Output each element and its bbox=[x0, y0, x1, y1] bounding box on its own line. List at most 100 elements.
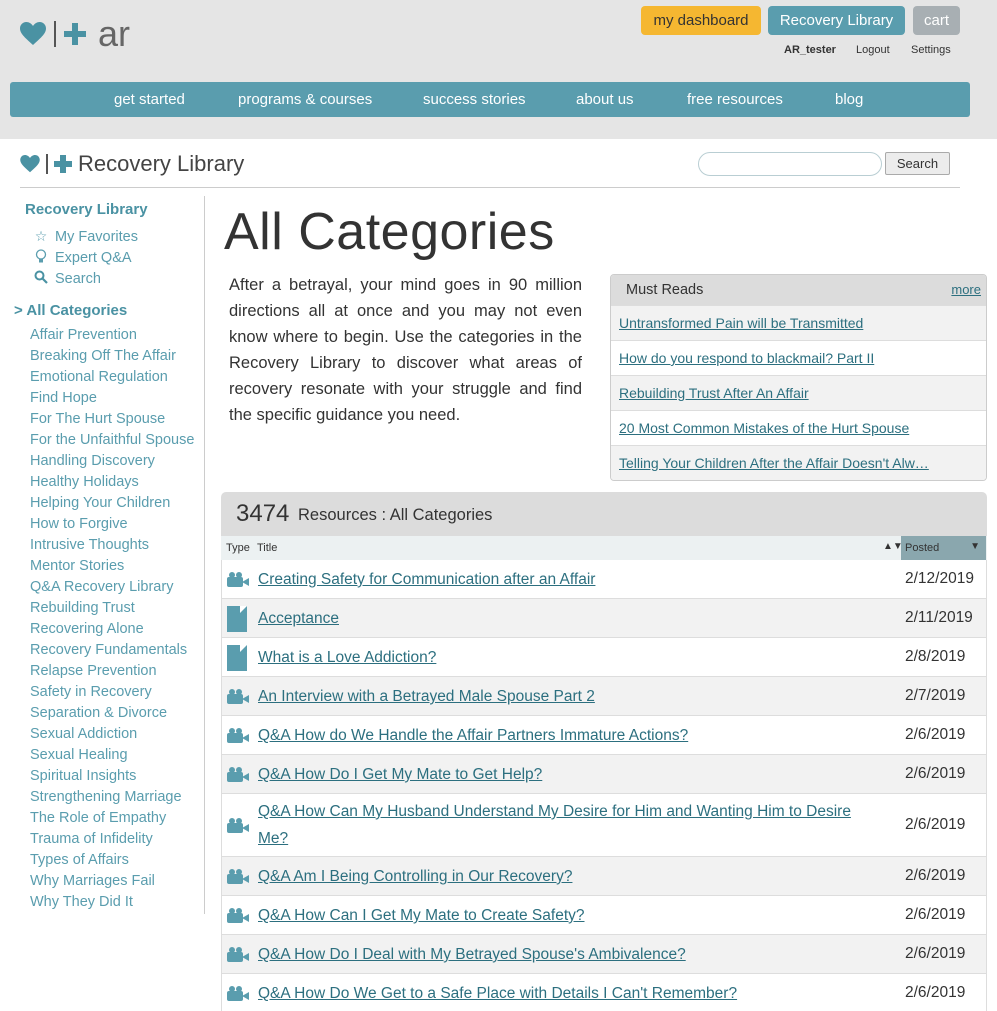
row-title: An Interview with a Betrayed Male Spouse… bbox=[258, 683, 878, 710]
must-reads-link[interactable]: Telling Your Children After the Affair D… bbox=[619, 455, 929, 471]
sidebar-all-categories[interactable]: > All Categories bbox=[14, 302, 127, 319]
category-link[interactable]: Recovery Fundamentals bbox=[30, 642, 187, 658]
must-reads-title: Must Reads bbox=[626, 282, 704, 298]
category-link[interactable]: Sexual Healing bbox=[30, 747, 128, 763]
resource-link[interactable]: What is a Love Addiction? bbox=[258, 649, 436, 666]
nav-blog[interactable]: blog bbox=[835, 91, 863, 108]
resources-table: 3474 Resources : All Categories Type Tit… bbox=[221, 492, 987, 1011]
video-icon bbox=[227, 571, 249, 587]
video-icon bbox=[227, 907, 249, 923]
category-link[interactable]: For The Hurt Spouse bbox=[30, 411, 165, 427]
logout-link[interactable]: Logout bbox=[856, 44, 890, 56]
category-link[interactable]: Rebuilding Trust bbox=[30, 600, 135, 616]
resource-link[interactable]: Acceptance bbox=[258, 610, 339, 627]
settings-link[interactable]: Settings bbox=[911, 44, 951, 56]
category-link[interactable]: Intrusive Thoughts bbox=[30, 537, 149, 553]
category-link[interactable]: How to Forgive bbox=[30, 516, 128, 532]
category-link[interactable]: The Role of Empathy bbox=[30, 810, 166, 826]
must-reads-header: Must Reads more bbox=[611, 275, 986, 305]
category-link[interactable]: Healthy Holidays bbox=[30, 474, 139, 490]
category-link[interactable]: Helping Your Children bbox=[30, 495, 170, 511]
recovery-library-button[interactable]: Recovery Library bbox=[768, 6, 905, 35]
row-date: 2/6/2019 bbox=[905, 725, 966, 743]
category-link[interactable]: For the Unfaithful Spouse bbox=[30, 432, 194, 448]
resource-link[interactable]: Q&A How Do I Deal with My Betrayed Spous… bbox=[258, 946, 686, 963]
category-link[interactable]: Sexual Addiction bbox=[30, 726, 137, 742]
category-link[interactable]: Strengthening Marriage bbox=[30, 789, 182, 805]
resource-link[interactable]: An Interview with a Betrayed Male Spouse… bbox=[258, 688, 595, 705]
intro-text: After a betrayal, your mind goes in 90 m… bbox=[229, 276, 582, 424]
resource-link[interactable]: Q&A Am I Being Controlling in Our Recove… bbox=[258, 868, 572, 885]
resource-link[interactable]: Creating Safety for Communication after … bbox=[258, 571, 595, 588]
site-header: ar my dashboard Recovery Library cart AR… bbox=[0, 0, 997, 139]
library-search-button[interactable]: Search bbox=[885, 152, 950, 175]
library-search-input[interactable] bbox=[698, 152, 882, 176]
my-dashboard-button[interactable]: my dashboard bbox=[641, 6, 761, 35]
table-row: Q&A How Do We Get to a Safe Place with D… bbox=[221, 974, 987, 1011]
row-date: 2/6/2019 bbox=[905, 866, 966, 884]
row-date: 2/6/2019 bbox=[905, 944, 966, 962]
column-title[interactable]: Title bbox=[257, 542, 277, 554]
category-link[interactable]: Mentor Stories bbox=[30, 558, 124, 574]
nav-about-us[interactable]: about us bbox=[576, 91, 634, 108]
cart-button[interactable]: cart bbox=[913, 6, 960, 35]
table-row: Q&A How Do I Get My Mate to Get Help? 2/6… bbox=[221, 755, 987, 794]
must-reads-link[interactable]: 20 Most Common Mistakes of the Hurt Spou… bbox=[619, 420, 909, 436]
category-link[interactable]: Trauma of Infidelity bbox=[30, 831, 153, 847]
category-link[interactable]: Safety in Recovery bbox=[30, 684, 152, 700]
site-logo[interactable]: ar bbox=[20, 14, 130, 54]
row-title: Creating Safety for Communication after … bbox=[258, 566, 878, 593]
must-reads-link[interactable]: Untransformed Pain will be Transmitted bbox=[619, 315, 863, 331]
category-link[interactable]: Types of Affairs bbox=[30, 852, 129, 868]
nav-programs-courses[interactable]: programs & courses bbox=[238, 91, 372, 108]
must-reads-link[interactable]: How do you respond to blackmail? Part II bbox=[619, 350, 874, 366]
category-link[interactable]: Find Hope bbox=[30, 390, 97, 406]
column-posted[interactable]: Posted ▼ bbox=[901, 536, 986, 560]
category-link[interactable]: Relapse Prevention bbox=[30, 663, 157, 679]
row-title: Acceptance bbox=[258, 605, 878, 632]
category-link[interactable]: Emotional Regulation bbox=[30, 369, 168, 385]
resource-link[interactable]: Q&A How Can My Husband Understand My Des… bbox=[258, 803, 851, 847]
library-title: Recovery Library bbox=[78, 151, 245, 176]
heart-icon bbox=[20, 155, 40, 173]
category-link[interactable]: Affair Prevention bbox=[30, 327, 137, 343]
sidebar-heading[interactable]: Recovery Library bbox=[25, 201, 148, 218]
must-reads-more-link[interactable]: more bbox=[951, 282, 981, 297]
sidebar-item-expert-qa[interactable]: Expert Q&A bbox=[33, 249, 132, 267]
table-row: Acceptance 2/11/2019 bbox=[221, 599, 987, 638]
resource-link[interactable]: Q&A How Do I Get My Mate to Get Help? bbox=[258, 766, 542, 783]
category-link[interactable]: Q&A Recovery Library bbox=[30, 579, 173, 595]
column-type[interactable]: Type bbox=[226, 542, 250, 554]
category-link[interactable]: Handling Discovery bbox=[30, 453, 155, 469]
video-icon bbox=[227, 946, 249, 962]
sidebar-item-my-favorites[interactable]: ☆ My Favorites bbox=[33, 228, 138, 245]
sort-icon[interactable]: ▲▼ bbox=[883, 541, 903, 552]
nav-free-resources[interactable]: free resources bbox=[687, 91, 783, 108]
video-icon bbox=[227, 766, 249, 782]
resource-link[interactable]: Q&A How Can I Get My Mate to Create Safe… bbox=[258, 907, 585, 924]
category-link[interactable]: Separation & Divorce bbox=[30, 705, 167, 721]
document-icon bbox=[227, 605, 247, 632]
resource-link[interactable]: Q&A How do We Handle the Affair Partners… bbox=[258, 727, 688, 744]
row-date: 2/8/2019 bbox=[905, 647, 966, 665]
nav-success-stories[interactable]: success stories bbox=[423, 91, 526, 108]
category-link[interactable]: Breaking Off The Affair bbox=[30, 348, 176, 364]
must-reads-item: How do you respond to blackmail? Part II bbox=[611, 340, 986, 375]
resources-header: 3474 Resources : All Categories bbox=[221, 492, 987, 536]
category-link[interactable]: Why They Did It bbox=[30, 894, 133, 910]
star-icon: ☆ bbox=[34, 228, 48, 244]
video-icon bbox=[227, 868, 249, 884]
sidebar-item-search[interactable]: Search bbox=[33, 270, 101, 287]
nav-get-started[interactable]: get started bbox=[114, 91, 185, 108]
category-link[interactable]: Spiritual Insights bbox=[30, 768, 136, 784]
username: AR_tester bbox=[784, 44, 836, 56]
sidebar-divider bbox=[204, 196, 205, 914]
must-reads-link[interactable]: Rebuilding Trust After An Affair bbox=[619, 385, 809, 401]
row-date: 2/6/2019 bbox=[905, 983, 966, 1001]
resource-link[interactable]: Q&A How Do We Get to a Safe Place with D… bbox=[258, 985, 737, 1002]
category-link[interactable]: Why Marriages Fail bbox=[30, 873, 155, 889]
category-link[interactable]: Recovering Alone bbox=[30, 621, 144, 637]
video-icon bbox=[227, 985, 249, 1001]
must-reads-item: Telling Your Children After the Affair D… bbox=[611, 445, 986, 480]
row-date: 2/6/2019 bbox=[905, 815, 966, 833]
